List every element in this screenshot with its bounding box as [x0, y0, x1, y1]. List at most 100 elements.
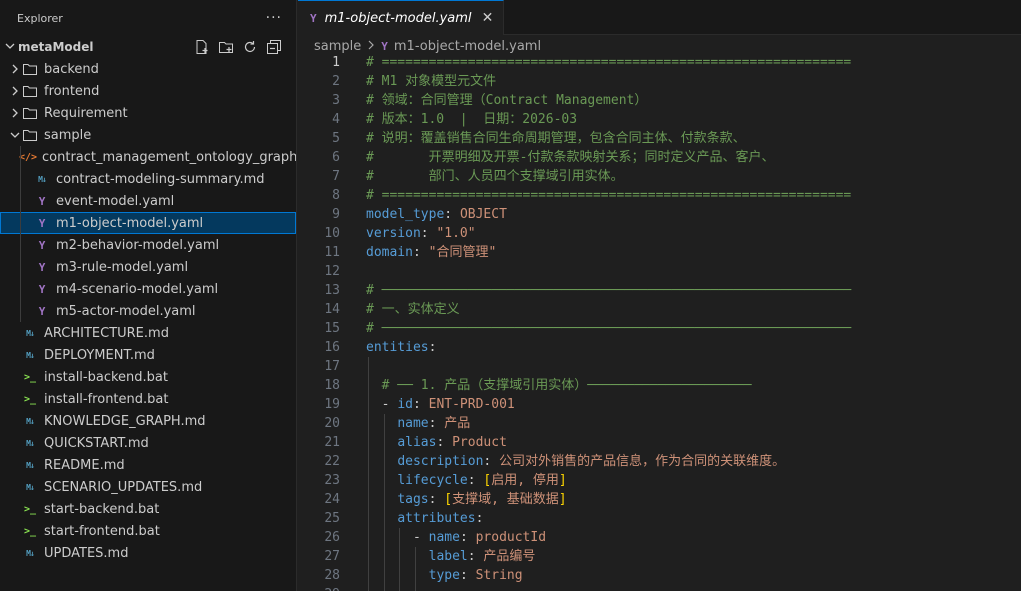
- code-text: name: 产品: [366, 414, 470, 433]
- tree-file[interactable]: </> contract_management_ontology_graph...…: [0, 146, 296, 168]
- indent-guide: [399, 585, 401, 591]
- tree-file[interactable]: Ym3-rule-model.yaml: [0, 256, 296, 278]
- tree-item-label: m2-behavior-model.yaml: [56, 237, 220, 253]
- tree-file[interactable]: >_ start-frontend.bat: [0, 520, 296, 542]
- bat-file-icon: >_: [23, 371, 37, 383]
- chevron-right-icon: [8, 86, 22, 96]
- tree-item-label: README.md: [44, 457, 125, 473]
- tree-file[interactable]: Ym2-behavior-model.yaml: [0, 234, 296, 256]
- indent-guide: [20, 256, 21, 278]
- collapse-all-icon[interactable]: [266, 39, 282, 55]
- code-text: version: "1.0": [366, 224, 476, 243]
- breadcrumb-folder[interactable]: sample: [314, 39, 361, 54]
- tree-file[interactable]: >_ start-backend.bat: [0, 498, 296, 520]
- code-token: model_type: [366, 207, 445, 222]
- tree-file[interactable]: M↓ QUICKSTART.md: [0, 432, 296, 454]
- tree-item-label: m1-object-model.yaml: [56, 215, 204, 231]
- tree-file[interactable]: Ym5-actor-model.yaml: [0, 300, 296, 322]
- new-file-icon[interactable]: [194, 39, 210, 55]
- code-text: # ──────────────────────────────────────…: [366, 319, 851, 338]
- yaml-file-icon: Y: [38, 304, 46, 318]
- indent-guide: [20, 212, 21, 234]
- code-token: lifecycle: [397, 473, 468, 488]
- tree-item-label: contract-modeling-summary.md: [56, 171, 265, 187]
- close-icon[interactable]: ✕: [482, 10, 494, 26]
- more-actions-icon[interactable]: ···: [266, 10, 282, 26]
- tree-file[interactable]: M↓ DEPLOYMENT.md: [0, 344, 296, 366]
- workspace-root[interactable]: metaModel: [0, 36, 296, 58]
- tree-item-label: install-frontend.bat: [44, 391, 169, 407]
- code-token: ENT-PRD-001: [428, 397, 515, 412]
- code-token: attributes: [397, 511, 476, 526]
- breadcrumb-file[interactable]: m1-object-model.yaml: [394, 39, 541, 54]
- code-token: :: [475, 511, 484, 526]
- code-token: # ──────────────────────────────────────…: [366, 321, 852, 336]
- line-number: 12: [324, 264, 340, 279]
- code-text: lifecycle: [启用, 停用]: [366, 471, 566, 490]
- line-number: 14: [324, 302, 340, 317]
- code-token: :: [444, 207, 460, 222]
- tree-file[interactable]: Ym1-object-model.yaml: [0, 212, 296, 234]
- code-line: 20 name: 产品: [298, 414, 1021, 433]
- tree-file[interactable]: >_ install-backend.bat: [0, 366, 296, 388]
- code-line: 23 lifecycle: [启用, 停用]: [298, 471, 1021, 490]
- code-line: 18 # ── 1. 产品（支撑域引用实体）──────────────────…: [298, 376, 1021, 395]
- tree-folder[interactable]: backend: [0, 58, 296, 80]
- code-line: 29: [298, 585, 1021, 591]
- code-line: 25 attributes:: [298, 509, 1021, 528]
- tree-file[interactable]: M↓ UPDATES.md: [0, 542, 296, 564]
- line-number: 5: [332, 131, 340, 146]
- tab-m1-object-model[interactable]: Y m1-object-model.yaml ✕: [298, 0, 505, 35]
- tree-file[interactable]: >_ install-frontend.bat: [0, 388, 296, 410]
- line-number: 26: [324, 530, 340, 545]
- editor-area: Y m1-object-model.yaml ✕ sample Y m1-obj…: [298, 0, 1021, 591]
- code-text: # 说明：覆盖销售合同生命周期管理，包含合同主体、付款条款、: [366, 129, 746, 148]
- html-file-icon: </>: [18, 151, 38, 163]
- code-token: # ── 1. 产品（支撑域引用实体）─────────────────────: [381, 378, 752, 393]
- tree-item-label: install-backend.bat: [44, 369, 168, 385]
- tree-item-label: sample: [44, 127, 92, 143]
- code-editor[interactable]: 1 # =====================================…: [298, 53, 1021, 591]
- code-text: # ──────────────────────────────────────…: [366, 281, 851, 300]
- indent-guide: [368, 357, 369, 376]
- tree-folder[interactable]: sample: [0, 124, 296, 146]
- code-token: # 领域：合同管理（Contract Management）: [366, 93, 648, 108]
- code-line: 9 model_type: OBJECT: [298, 205, 1021, 224]
- code-line: 16 entities:: [298, 338, 1021, 357]
- code-text: label: 产品编号: [366, 547, 536, 566]
- tree-item-label: DEPLOYMENT.md: [44, 347, 155, 363]
- tree-file[interactable]: Yevent-model.yaml: [0, 190, 296, 212]
- tree-file[interactable]: M↓ contract-modeling-summary.md: [0, 168, 296, 190]
- code-token: domain: [366, 245, 413, 260]
- chevron-right-icon: [8, 64, 22, 74]
- tree-folder[interactable]: frontend: [0, 80, 296, 102]
- explorer-sidebar: Explorer ··· metaModel backend frontend Re…: [0, 0, 297, 591]
- explorer-header: Explorer ···: [0, 0, 296, 36]
- code-text: - name: productId: [366, 528, 546, 547]
- tree-file[interactable]: M↓ README.md: [0, 454, 296, 476]
- code-token: # ======================================…: [366, 55, 852, 70]
- tree-item-label: contract_management_ontology_graph....: [42, 149, 296, 165]
- code-token: :: [483, 454, 500, 469]
- refresh-icon[interactable]: [242, 39, 258, 55]
- code-token: # 一、实体定义: [366, 302, 460, 317]
- line-number: 4: [332, 112, 340, 127]
- yaml-file-icon: Y: [381, 39, 388, 53]
- code-token: :: [428, 492, 445, 507]
- code-text: model_type: OBJECT: [366, 205, 507, 224]
- tree-item-label: m5-actor-model.yaml: [56, 303, 196, 319]
- code-token: entities: [366, 340, 429, 355]
- code-token: productId: [475, 530, 547, 545]
- line-number: 11: [324, 245, 340, 260]
- tree-file[interactable]: M↓ KNOWLEDGE_GRAPH.md: [0, 410, 296, 432]
- code-token: 产品编号: [483, 549, 536, 564]
- tree-file[interactable]: Ym4-scenario-model.yaml: [0, 278, 296, 300]
- code-token: 支撑域, 基础数据: [452, 492, 559, 507]
- tree-folder[interactable]: Requirement: [0, 102, 296, 124]
- tree-file[interactable]: M↓ ARCHITECTURE.md: [0, 322, 296, 344]
- new-folder-icon[interactable]: [218, 39, 234, 55]
- tree-file[interactable]: M↓ SCENARIO_UPDATES.md: [0, 476, 296, 498]
